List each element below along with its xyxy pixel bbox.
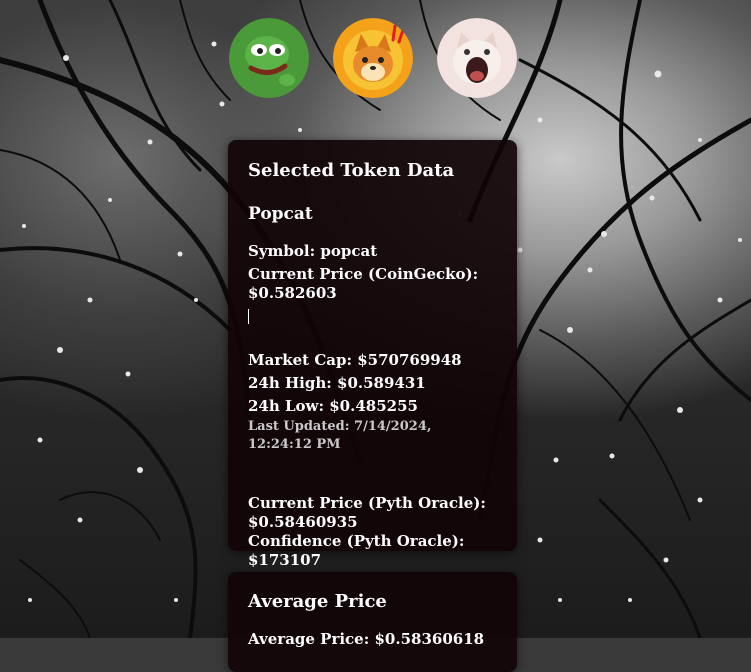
pyth-price-value: $0.58460935 bbox=[248, 513, 358, 531]
pepe-icon bbox=[229, 18, 309, 98]
average-price-value: Average Price: $0.58360618 bbox=[248, 630, 485, 648]
text-cursor bbox=[248, 309, 249, 324]
token-button-bonk[interactable] bbox=[333, 18, 413, 98]
average-price-heading: Average Price bbox=[248, 591, 387, 612]
popcat-icon bbox=[437, 18, 517, 98]
pyth-confidence: Confidence (Pyth Oracle): $173107 bbox=[248, 532, 465, 569]
token-symbol: Symbol: popcat bbox=[248, 242, 378, 260]
high-24h: 24h High: $0.589431 bbox=[248, 374, 426, 392]
token-button-pepe[interactable] bbox=[229, 18, 309, 98]
selected-token-heading: Selected Token Data bbox=[248, 160, 455, 181]
coingecko-price-label: Current Price (CoinGecko): bbox=[248, 265, 479, 283]
bonk-dog-icon bbox=[333, 18, 413, 98]
token-name: Popcat bbox=[248, 204, 313, 224]
market-cap: Market Cap: $570769948 bbox=[248, 351, 462, 369]
pyth-price-label: Current Price (Pyth Oracle): bbox=[248, 494, 486, 512]
coingecko-price-value: $0.582603 bbox=[248, 284, 337, 302]
token-button-popcat[interactable] bbox=[437, 18, 517, 98]
selected-token-card: Selected Token Data Popcat Symbol: popca… bbox=[228, 140, 517, 569]
last-updated: Last Updated: 7/14/2024, 12:24:12 PM bbox=[248, 419, 432, 452]
average-price-card: Average Price Average Price: $0.58360618 bbox=[228, 572, 517, 672]
low-24h: 24h Low: $0.485255 bbox=[248, 397, 418, 415]
